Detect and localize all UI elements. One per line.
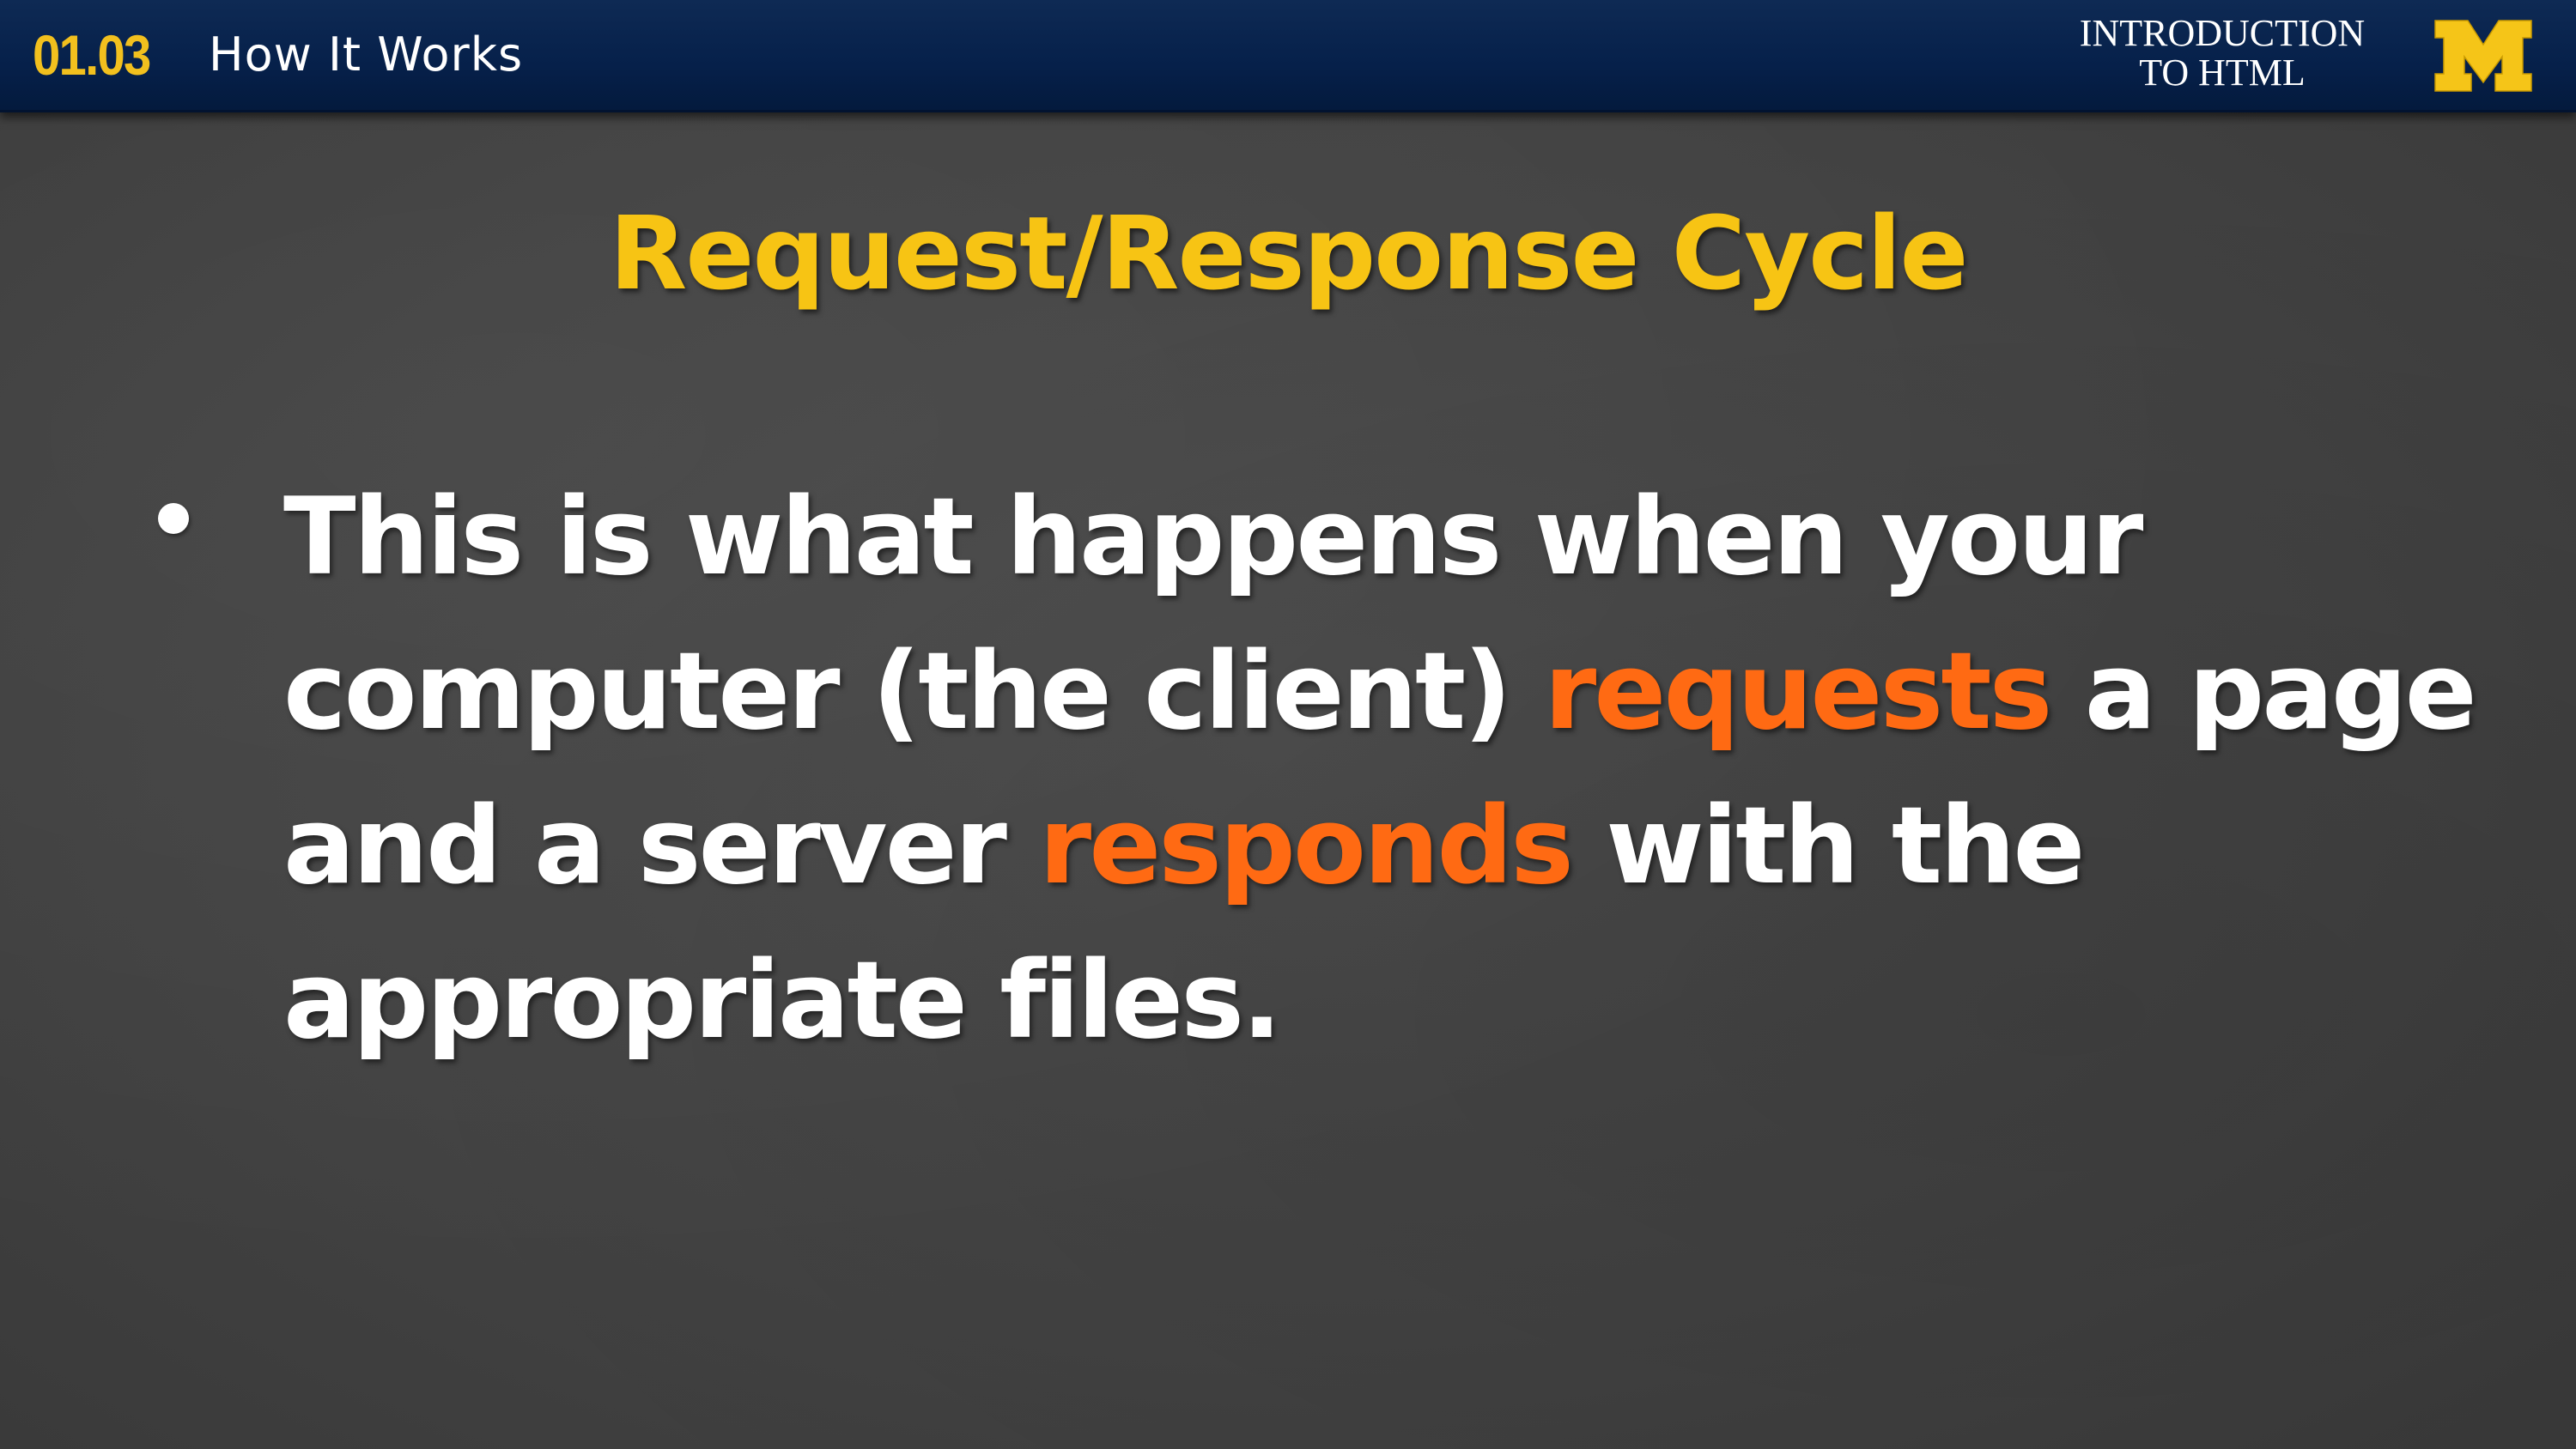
block-m-logo-icon xyxy=(2434,20,2532,92)
bullet-line-1: This is what happens when your xyxy=(283,476,2143,599)
bullet-line-2-start: computer (the client) xyxy=(283,630,1545,754)
slide-heading: Request/Response Cycle xyxy=(609,194,1968,312)
bullet-line-3: and a server responds with the xyxy=(283,769,2447,924)
bullet-text: This is what happens when your computer … xyxy=(283,460,2477,1078)
bullet-line-2: computer (the client) requests a page xyxy=(283,615,2477,769)
header-bar: 01.03 How It Works INTRODUCTION TO HTML xyxy=(0,0,2576,112)
lesson-number: 01.03 xyxy=(33,23,151,87)
keyword-requests: requests xyxy=(1544,630,2052,754)
bullet-dot-icon xyxy=(158,503,189,534)
bullet-line-3-end: with the xyxy=(1571,785,2085,908)
course-title-line1: INTRODUCTION xyxy=(2079,12,2366,54)
course-title: INTRODUCTION TO HTML xyxy=(2042,14,2403,93)
keyword-responds: responds xyxy=(1039,785,1574,908)
bullet-line-3-start: and a server xyxy=(283,785,1040,908)
lesson-title: How It Works xyxy=(209,27,524,82)
bullet-line-2-end: a page xyxy=(2050,630,2477,754)
bullet-line-4: appropriate files. xyxy=(283,939,1282,1063)
course-title-line2: TO HTML xyxy=(2139,52,2306,94)
